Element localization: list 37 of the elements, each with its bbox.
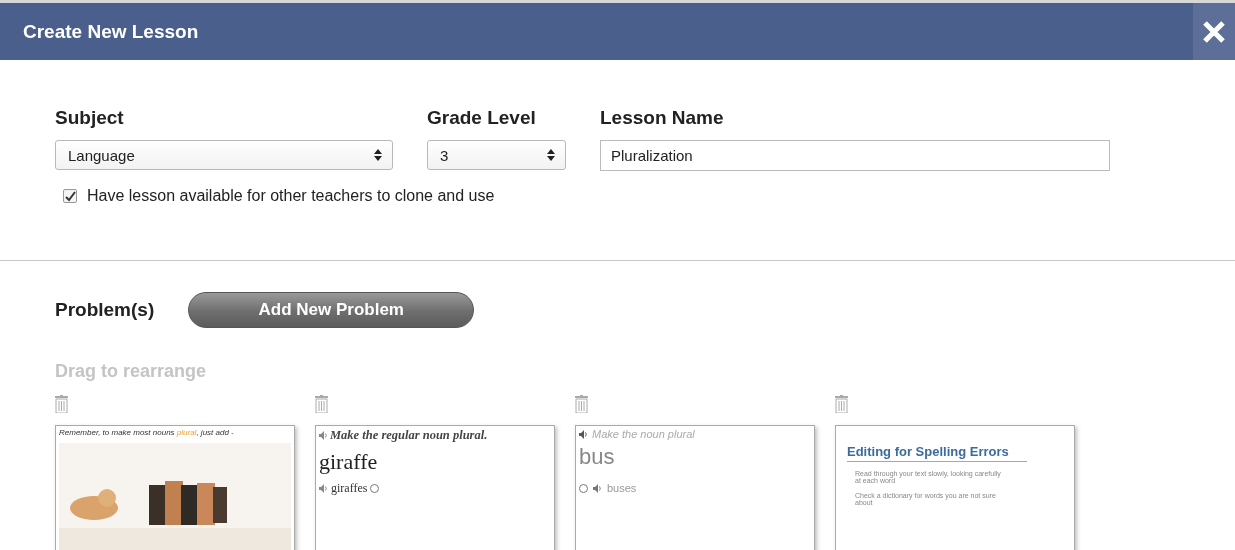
problem-card[interactable]: Make the noun plural bus buses [575, 425, 815, 550]
trash-icon[interactable] [575, 395, 588, 413]
updown-arrows-icon [547, 149, 555, 161]
speaker-icon[interactable] [319, 431, 328, 440]
trash-icon[interactable] [315, 395, 328, 413]
radio-button[interactable] [579, 483, 588, 493]
answer-choice: buses [607, 482, 637, 494]
answer-choice: giraffes [331, 481, 368, 496]
card-prompt: Make the noun plural [592, 428, 695, 440]
close-button[interactable] [1193, 3, 1235, 60]
card-prompt: Make the regular noun plural. [330, 428, 488, 443]
drag-hint: Drag to rearrange [55, 361, 208, 382]
card-prompt: Remember, to make most nouns plural, just add - [59, 428, 235, 437]
updown-arrows-icon [374, 149, 382, 161]
dialog-title: Create New Lesson [23, 20, 199, 43]
input-field[interactable]: Pluralization [600, 140, 1110, 171]
checkbox-label: Have lesson available for other teachers to clone and use [87, 187, 495, 205]
select-field[interactable]: Language [55, 140, 393, 170]
field-label: Lesson Name [600, 107, 725, 129]
card-word: giraffe [319, 449, 379, 475]
field-label: Subject [55, 107, 125, 129]
trash-icon[interactable] [55, 395, 68, 413]
speaker-icon[interactable] [579, 429, 588, 439]
card-word: bus [579, 444, 616, 470]
radio-button[interactable] [370, 484, 380, 493]
select-field[interactable]: 3 [427, 140, 566, 170]
document-title: Editing for Spelling Errors [847, 444, 1027, 462]
field-label: Grade Level [427, 107, 537, 129]
add-problem-button[interactable]: Add New Problem [188, 292, 475, 328]
close-icon [1202, 19, 1226, 44]
speaker-icon[interactable] [319, 484, 328, 493]
problem-card[interactable]: Remember, to make most nouns plural, just add - [55, 425, 295, 550]
problem-card[interactable]: Make the regular noun plural. giraffe giraffes [315, 425, 555, 550]
speaker-icon[interactable] [593, 483, 602, 493]
section-heading: Problem(s) [55, 299, 155, 321]
checkbox[interactable] [63, 189, 77, 203]
trash-icon[interactable] [835, 395, 848, 413]
